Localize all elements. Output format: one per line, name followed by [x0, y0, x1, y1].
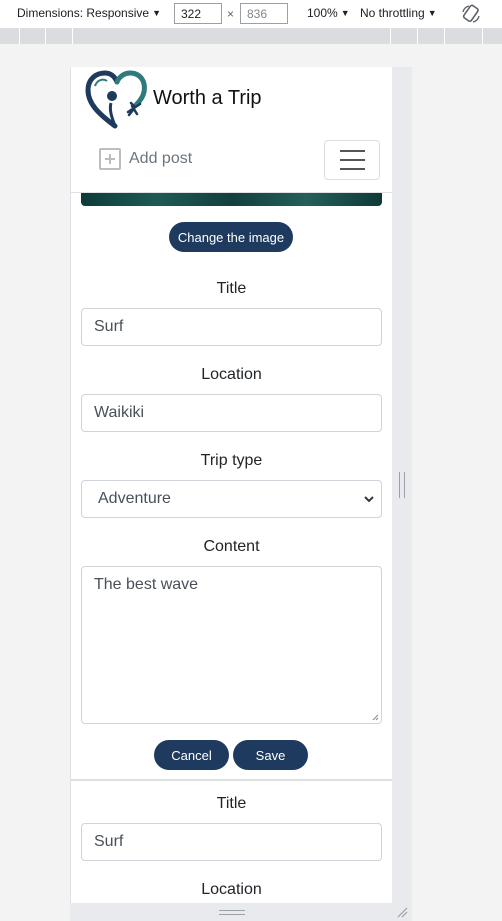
resize-grip-icon — [219, 910, 245, 915]
heart-logo-icon[interactable] — [85, 70, 149, 130]
height-input[interactable]: 836 — [240, 3, 288, 24]
resize-grip-icon[interactable] — [372, 714, 379, 721]
next-card-location-label: Location — [201, 881, 262, 898]
location-label: Location — [201, 366, 262, 383]
dimensions-dropdown[interactable]: Dimensions: Responsive ▼ — [17, 6, 161, 20]
device-viewport: Worth a Trip Add post Change the image T… — [70, 67, 392, 903]
next-card-title-input[interactable]: Surf — [81, 823, 382, 861]
trip-type-value: Adventure — [98, 490, 171, 507]
ruler-tick — [45, 28, 46, 44]
caret-down-icon: ▼ — [427, 8, 437, 18]
times-separator: × — [227, 7, 235, 21]
content-textarea[interactable]: The best wave — [81, 566, 382, 724]
hamburger-bar — [340, 159, 365, 161]
title-label: Title — [216, 280, 247, 297]
ruler-tick — [417, 28, 418, 44]
navbar: Worth a Trip Add post — [71, 67, 392, 193]
trip-type-select[interactable]: Adventure — [81, 480, 382, 518]
zoom-label: 100% — [307, 6, 338, 20]
media-query-ruler — [0, 28, 502, 44]
plus-square-icon — [99, 148, 121, 170]
content-value: The best wave — [94, 576, 199, 593]
brand-title[interactable]: Worth a Trip — [153, 87, 262, 110]
bottom-resize-handle[interactable] — [70, 903, 412, 921]
right-resize-handle[interactable] — [392, 67, 412, 903]
ruler-tick — [72, 28, 73, 44]
change-image-button[interactable]: Change the image — [169, 222, 293, 252]
title-input[interactable]: Surf — [81, 308, 382, 346]
save-button[interactable]: Save — [233, 740, 308, 770]
dimensions-label: Dimensions: Responsive — [17, 6, 150, 20]
throttle-label: No throttling — [360, 6, 425, 20]
throttle-dropdown[interactable]: No throttling ▼ — [360, 6, 437, 20]
ruler-tick — [390, 28, 391, 44]
caret-down-icon: ▼ — [340, 8, 350, 18]
rotate-icon[interactable] — [460, 3, 482, 25]
ruler-tick — [444, 28, 445, 44]
corner-resize-icon[interactable] — [396, 906, 408, 918]
hamburger-bar — [340, 150, 365, 152]
navbar-toggler-button[interactable] — [324, 140, 380, 180]
next-card-title-label: Title — [216, 795, 247, 812]
hamburger-bar — [340, 168, 365, 170]
devtools-device-toolbar: Dimensions: Responsive ▼ 322 × 836 100% ▼ … — [0, 0, 502, 28]
card-divider — [71, 779, 392, 781]
cancel-button[interactable]: Cancel — [154, 740, 229, 770]
ruler-tick — [482, 28, 483, 44]
caret-down-icon: ▼ — [152, 8, 161, 18]
add-post-label: Add post — [129, 150, 193, 167]
width-input[interactable]: 322 — [174, 3, 222, 24]
ruler-tick — [19, 28, 20, 44]
post-image — [81, 193, 382, 206]
chevron-down-icon — [364, 496, 374, 503]
location-input[interactable]: Waikiki — [81, 394, 382, 432]
resize-grip-icon — [399, 472, 405, 498]
content-label: Content — [203, 538, 260, 555]
zoom-dropdown[interactable]: 100% ▼ — [307, 6, 350, 20]
trip-type-label: Trip type — [200, 452, 263, 469]
add-post-link[interactable]: Add post — [99, 147, 192, 171]
